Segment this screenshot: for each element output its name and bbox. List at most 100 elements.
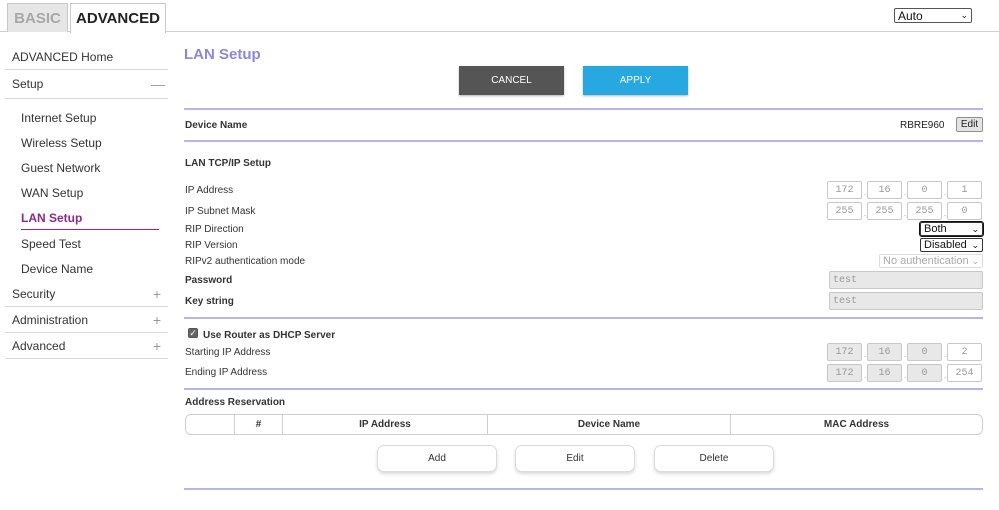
dot-separator: . <box>904 371 907 380</box>
dot-separator: . <box>944 188 947 197</box>
sidebar-item-label: Security <box>12 286 56 301</box>
dot-separator: . <box>904 350 907 359</box>
dhcp-server-label: Use Router as DHCP Server <box>203 330 336 341</box>
ip-octet-input[interactable]: 172 <box>827 343 862 361</box>
column-header-select <box>186 415 235 434</box>
minus-icon[interactable]: — <box>151 76 165 92</box>
ripv2-auth-value: No authentication <box>883 255 969 267</box>
sidebar-nav: ADVANCED Home Setup — Internet Setup Wir… <box>5 44 168 360</box>
language-select-value: Auto <box>898 8 923 23</box>
rip-version-value: Disabled <box>924 239 967 251</box>
mask-octet-input[interactable]: 255 <box>827 202 862 220</box>
divider <box>184 488 983 490</box>
column-header-ip-address: IP Address <box>283 415 488 434</box>
ip-octet-input[interactable]: 172 <box>827 181 862 199</box>
dot-separator: . <box>904 188 907 197</box>
tab-basic[interactable]: BASIC <box>7 3 68 32</box>
device-name-label: Device Name <box>185 120 248 131</box>
sidebar-item-advanced[interactable]: Advanced + <box>5 333 168 360</box>
tab-advanced[interactable]: ADVANCED <box>70 3 166 33</box>
rip-direction-label: RIP Direction <box>185 224 244 235</box>
starting-ip-field: 172 . 16 . 0 . 2 <box>827 343 983 361</box>
divider <box>184 317 983 319</box>
key-string-input[interactable]: test <box>829 292 983 310</box>
ip-octet-input[interactable]: 16 <box>867 364 902 382</box>
dot-separator: . <box>864 209 867 218</box>
edit-device-name-button[interactable]: Edit <box>956 117 983 132</box>
chevron-down-icon: ⌄ <box>960 10 968 20</box>
key-string-label: Key string <box>185 296 234 307</box>
language-select[interactable]: Auto ⌄ <box>894 8 972 23</box>
sidebar-item-speed-test[interactable]: Speed Test <box>5 231 168 256</box>
ip-octet-input[interactable]: 172 <box>827 364 862 382</box>
lan-tcpip-section-title: LAN TCP/IP Setup <box>185 158 271 169</box>
reservation-table-header: # IP Address Device Name MAC Address <box>185 414 983 435</box>
ip-octet-input[interactable]: 0 <box>907 364 942 382</box>
mask-octet-input[interactable]: 255 <box>867 202 902 220</box>
sidebar-item-label: ADVANCED Home <box>12 49 114 64</box>
chevron-down-icon: ⌄ <box>971 223 979 234</box>
ip-octet-input[interactable]: 254 <box>947 364 982 382</box>
ending-ip-field: 172 . 16 . 0 . 254 <box>827 364 983 382</box>
chevron-down-icon: ⌄ <box>971 255 979 266</box>
sidebar-item-label: Speed Test <box>21 236 81 251</box>
edit-reservation-button[interactable]: Edit <box>515 445 635 472</box>
sidebar-item-label: WAN Setup <box>21 186 84 201</box>
starting-ip-label: Starting IP Address <box>185 347 271 358</box>
apply-button[interactable]: APPLY <box>583 66 688 95</box>
ip-octet-input[interactable]: 2 <box>947 343 982 361</box>
divider <box>184 140 983 142</box>
delete-reservation-button[interactable]: Delete <box>654 445 774 472</box>
mask-octet-input[interactable]: 0 <box>947 202 982 220</box>
sidebar-item-advanced-home[interactable]: ADVANCED Home <box>5 44 168 70</box>
sidebar-item-wan-setup[interactable]: WAN Setup <box>5 181 168 206</box>
mask-octet-input[interactable]: 255 <box>907 202 942 220</box>
sidebar-item-label: Wireless Setup <box>21 135 102 150</box>
ip-octet-input[interactable]: 1 <box>947 181 982 199</box>
column-header-number: # <box>235 415 283 434</box>
dot-separator: . <box>944 350 947 359</box>
sidebar-item-administration[interactable]: Administration + <box>5 307 168 334</box>
sidebar-item-security[interactable]: Security + <box>5 281 168 308</box>
dot-separator: . <box>864 188 867 197</box>
rip-direction-value: Both <box>924 223 947 235</box>
rip-version-select[interactable]: Disabled ⌄ <box>920 238 983 252</box>
rip-version-label: RIP Version <box>185 240 238 251</box>
ripv2-auth-select[interactable]: No authentication ⌄ <box>879 254 983 268</box>
sidebar-item-wireless-setup[interactable]: Wireless Setup <box>5 130 168 155</box>
ending-ip-label: Ending IP Address <box>185 367 268 378</box>
column-header-device-name: Device Name <box>488 415 731 434</box>
ip-octet-input[interactable]: 16 <box>867 181 902 199</box>
column-header-mac-address: MAC Address <box>823 419 890 430</box>
rip-direction-select[interactable]: Both ⌄ <box>919 221 984 237</box>
cancel-button[interactable]: CANCEL <box>459 66 564 95</box>
device-name-value: RBRE960 <box>900 120 945 131</box>
sidebar-item-internet-setup[interactable]: Internet Setup <box>5 105 168 130</box>
ip-octet-input[interactable]: 16 <box>867 343 902 361</box>
plus-icon[interactable]: + <box>151 312 163 328</box>
top-bar: BASIC ADVANCED Auto ⌄ <box>0 0 999 33</box>
sidebar-item-setup[interactable]: Setup — <box>5 70 168 99</box>
plus-icon[interactable]: + <box>151 338 163 354</box>
page-title: LAN Setup <box>184 46 261 63</box>
ripv2-auth-label: RIPv2 authentication mode <box>185 256 306 267</box>
subnet-mask-label: IP Subnet Mask <box>185 206 256 217</box>
ip-address-label: IP Address <box>185 185 234 196</box>
sidebar-item-label: Administration <box>12 312 89 327</box>
sidebar-item-guest-network[interactable]: Guest Network <box>5 155 168 180</box>
sidebar-item-label: LAN Setup <box>21 211 83 226</box>
ip-octet-input[interactable]: 0 <box>907 343 942 361</box>
address-reservation-title: Address Reservation <box>185 397 286 408</box>
sidebar-item-device-name[interactable]: Device Name <box>5 256 168 281</box>
subnet-mask-field: 255 . 255 . 255 . 0 <box>827 202 983 220</box>
password-input[interactable]: test <box>829 271 983 289</box>
sidebar-item-label: Guest Network <box>21 160 101 175</box>
sidebar-item-label: Advanced <box>12 338 66 353</box>
sidebar-item-lan-setup[interactable]: LAN Setup <box>5 206 168 231</box>
plus-icon[interactable]: + <box>151 286 163 302</box>
ip-octet-input[interactable]: 0 <box>907 181 942 199</box>
add-reservation-button[interactable]: Add <box>377 445 497 472</box>
sidebar-item-label: Device Name <box>21 261 94 276</box>
sidebar-item-label: Internet Setup <box>21 110 97 125</box>
dhcp-server-checkbox[interactable]: ✓ <box>188 328 198 338</box>
